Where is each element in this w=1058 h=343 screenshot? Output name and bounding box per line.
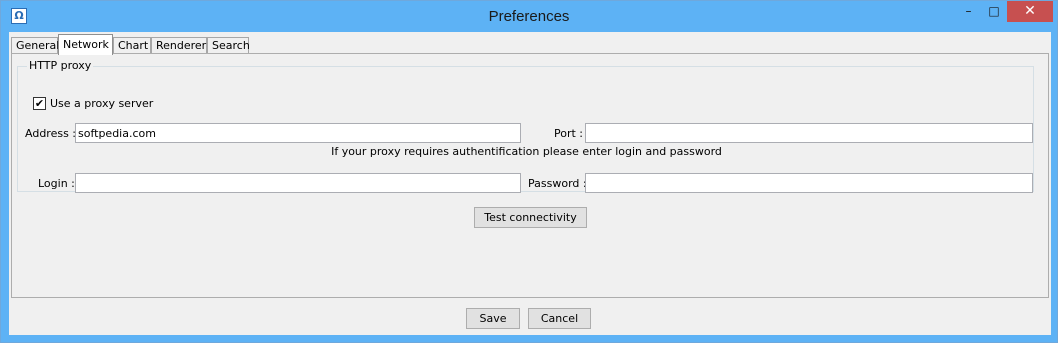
cancel-button[interactable]: Cancel — [528, 308, 591, 329]
test-connectivity-button[interactable]: Test connectivity — [474, 207, 587, 228]
tab-chart[interactable]: Chart — [113, 37, 151, 54]
dialog-content: General Network Chart Renderer Search HT… — [9, 32, 1051, 335]
tab-search[interactable]: Search — [207, 37, 250, 54]
use-proxy-label[interactable]: Use a proxy server — [50, 97, 153, 110]
auth-info-text: If your proxy requires authentification … — [331, 145, 722, 158]
address-input[interactable] — [75, 123, 521, 143]
password-label: Password : — [528, 177, 587, 190]
close-button[interactable]: ✕ — [1007, 1, 1053, 22]
tab-general[interactable]: General — [11, 37, 59, 54]
save-button[interactable]: Save — [466, 308, 520, 329]
login-input[interactable] — [75, 173, 521, 193]
login-label: Login : — [38, 177, 75, 190]
tab-network[interactable]: Network — [58, 34, 113, 55]
port-label: Port : — [554, 127, 584, 140]
password-input[interactable] — [585, 173, 1033, 193]
maximize-button[interactable]: □ — [981, 1, 1007, 22]
minimize-button[interactable]: – — [956, 1, 981, 22]
tab-renderer[interactable]: Renderer — [151, 37, 207, 54]
title-bar[interactable]: Ω Preferences – □ ✕ — [1, 1, 1057, 32]
http-proxy-group: HTTP proxy ✔ Use a proxy server Address … — [17, 59, 1034, 193]
port-input[interactable] — [585, 123, 1033, 143]
use-proxy-checkbox[interactable]: ✔ — [33, 97, 46, 110]
preferences-window: Ω Preferences – □ ✕ General Network Char… — [0, 0, 1058, 343]
address-label: Address : — [25, 127, 77, 140]
network-tab-panel: HTTP proxy ✔ Use a proxy server Address … — [11, 53, 1049, 298]
window-title: Preferences — [488, 8, 570, 25]
dialog-button-bar: Save Cancel — [9, 298, 1051, 335]
http-proxy-group-label: HTTP proxy — [27, 59, 94, 72]
